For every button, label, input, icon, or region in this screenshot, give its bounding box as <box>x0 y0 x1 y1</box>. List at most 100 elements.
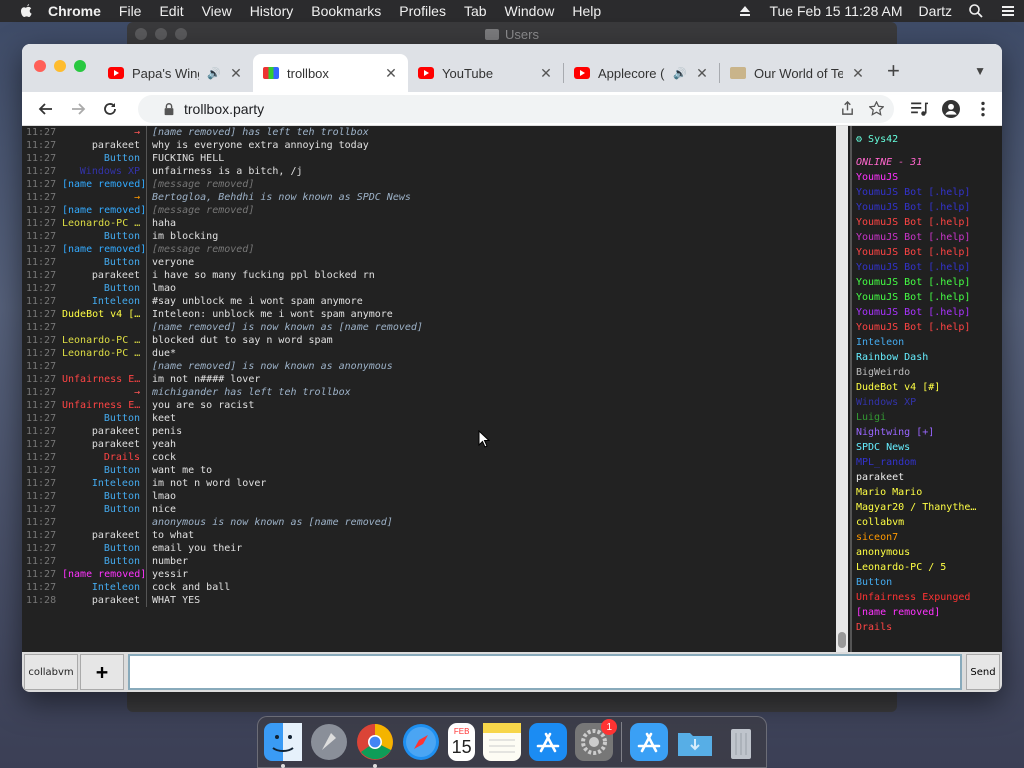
user-entry[interactable]: YoumuJS Bot [.help] <box>856 185 998 200</box>
chat-log[interactable]: 11:27 → [name removed] has left teh trollb… <box>22 126 836 652</box>
message-nick[interactable]: Unfairness E… <box>62 399 146 412</box>
menu-bookmarks[interactable]: Bookmarks <box>311 3 381 19</box>
menu-clock[interactable]: Tue Feb 15 11:28 AM <box>769 3 902 19</box>
close-tab-icon[interactable]: ✕ <box>229 65 243 82</box>
message-nick[interactable]: Button <box>62 464 146 477</box>
user-entry[interactable]: Nightwing [+] <box>856 425 998 440</box>
message-nick[interactable]: parakeet <box>62 529 146 542</box>
message-nick[interactable]: parakeet <box>62 425 146 438</box>
zoom-window-button[interactable] <box>74 60 86 72</box>
speaker-icon[interactable]: 🔊 <box>207 67 221 80</box>
message-nick[interactable]: parakeet <box>62 269 146 282</box>
message-nick[interactable] <box>62 360 146 373</box>
apple-icon[interactable] <box>18 3 34 19</box>
user-entry[interactable]: Unfairness Expunged <box>856 590 998 605</box>
message-nick[interactable]: [name removed] <box>62 243 146 256</box>
control-center-icon[interactable] <box>1000 3 1016 19</box>
dock-notes[interactable] <box>483 723 522 761</box>
message-nick[interactable]: Button <box>62 542 146 555</box>
back-button[interactable] <box>32 95 60 123</box>
message-nick[interactable]: Button <box>62 152 146 165</box>
user-entry[interactable]: Button <box>856 575 998 590</box>
message-nick[interactable]: Inteleon <box>62 581 146 594</box>
message-nick[interactable]: parakeet <box>62 139 146 152</box>
message-nick[interactable]: Windows XP <box>62 165 146 178</box>
message-nick[interactable]: DudeBot v4 [… <box>62 308 146 321</box>
message-nick[interactable]: Button <box>62 503 146 516</box>
user-entry[interactable]: YoumuJS Bot [.help] <box>856 290 998 305</box>
user-entry[interactable]: MPL_random <box>856 455 998 470</box>
message-nick[interactable]: parakeet <box>62 594 146 607</box>
add-room-button[interactable]: + <box>80 654 124 690</box>
tab-trollbox[interactable]: trollbox ✕ <box>253 54 408 92</box>
user-entry[interactable]: Mario Mario <box>856 485 998 500</box>
user-entry[interactable]: YoumuJS Bot [.help] <box>856 320 998 335</box>
user-entry[interactable]: YoumuJS Bot [.help] <box>856 215 998 230</box>
message-nick[interactable]: Inteleon <box>62 477 146 490</box>
message-nick[interactable]: Drails <box>62 451 146 464</box>
chat-scrollbar[interactable] <box>836 126 848 652</box>
user-entry[interactable]: YoumuJS Bot [.help] <box>856 230 998 245</box>
dock-chrome[interactable] <box>356 723 394 768</box>
scrollbar-thumb[interactable] <box>838 632 846 648</box>
reload-button[interactable] <box>96 95 124 123</box>
user-entry[interactable]: YoumuJS Bot [.help] <box>856 275 998 290</box>
menu-tab[interactable]: Tab <box>464 3 487 19</box>
user-entry[interactable]: Leonardo-PC / 5 <box>856 560 998 575</box>
bookmark-star-icon[interactable] <box>869 101 884 116</box>
send-button[interactable]: Send <box>966 654 1000 690</box>
message-nick[interactable]: → <box>62 126 146 139</box>
menu-history[interactable]: History <box>250 3 294 19</box>
message-nick[interactable]: [name removed] <box>62 568 146 581</box>
message-nick[interactable]: Button <box>62 412 146 425</box>
tab-youtube[interactable]: YouTube ✕ <box>408 54 563 92</box>
user-entry[interactable]: Rainbow Dash <box>856 350 998 365</box>
user-entry[interactable]: YoumuJS <box>856 170 998 185</box>
profile-avatar-icon[interactable] <box>942 99 960 118</box>
speaker-icon[interactable]: 🔊 <box>673 67 687 80</box>
message-nick[interactable]: Button <box>62 282 146 295</box>
tab-our-world-of-text[interactable]: Our World of Te ✕ <box>720 54 875 92</box>
share-icon[interactable] <box>840 101 855 116</box>
message-nick[interactable]: → <box>62 386 146 399</box>
user-entry[interactable]: collabvm <box>856 515 998 530</box>
message-nick[interactable]: Leonardo-PC … <box>62 217 146 230</box>
message-nick[interactable]: Inteleon <box>62 295 146 308</box>
url-text[interactable]: trollbox.party <box>184 101 264 117</box>
close-tab-icon[interactable]: ✕ <box>539 65 553 82</box>
user-entry[interactable]: [name removed] <box>856 605 998 620</box>
message-nick[interactable] <box>62 516 146 529</box>
dock-system-preferences[interactable]: 1 <box>575 719 618 761</box>
forward-button[interactable] <box>64 95 92 123</box>
media-control-icon[interactable] <box>910 100 928 118</box>
tab-applecore[interactable]: Applecore ( 🔊 ✕ <box>564 54 719 92</box>
menu-help[interactable]: Help <box>572 3 601 19</box>
user-entry[interactable]: parakeet <box>856 470 998 485</box>
message-nick[interactable]: Button <box>62 230 146 243</box>
user-entry[interactable]: YoumuJS Bot [.help] <box>856 260 998 275</box>
eject-icon[interactable] <box>737 3 753 19</box>
room-button[interactable]: collabvm <box>24 654 78 690</box>
menu-app-name[interactable]: Chrome <box>48 3 101 19</box>
message-nick[interactable]: Leonardo-PC … <box>62 334 146 347</box>
kebab-menu-icon[interactable] <box>974 100 992 118</box>
close-window-button[interactable] <box>34 60 46 72</box>
menu-profiles[interactable]: Profiles <box>399 3 446 19</box>
message-nick[interactable]: Button <box>62 256 146 269</box>
dock-downloads[interactable] <box>676 723 714 761</box>
user-entry[interactable]: Inteleon <box>856 335 998 350</box>
user-entry[interactable]: BigWeirdo <box>856 365 998 380</box>
menu-edit[interactable]: Edit <box>159 3 183 19</box>
message-nick[interactable]: parakeet <box>62 438 146 451</box>
minimize-window-button[interactable] <box>54 60 66 72</box>
message-nick[interactable]: Unfairness E… <box>62 373 146 386</box>
user-entry[interactable]: YoumuJS Bot [.help] <box>856 305 998 320</box>
lock-icon[interactable] <box>162 102 176 116</box>
message-nick[interactable]: Leonardo-PC … <box>62 347 146 360</box>
message-nick[interactable]: Button <box>62 490 146 503</box>
new-tab-button[interactable]: + <box>887 58 900 84</box>
user-entry[interactable]: siceon7 <box>856 530 998 545</box>
dock-app-store-download[interactable] <box>630 723 668 761</box>
top-user-entry[interactable]: ⚙ Sys42 <box>856 132 998 147</box>
message-nick[interactable]: → <box>62 191 146 204</box>
